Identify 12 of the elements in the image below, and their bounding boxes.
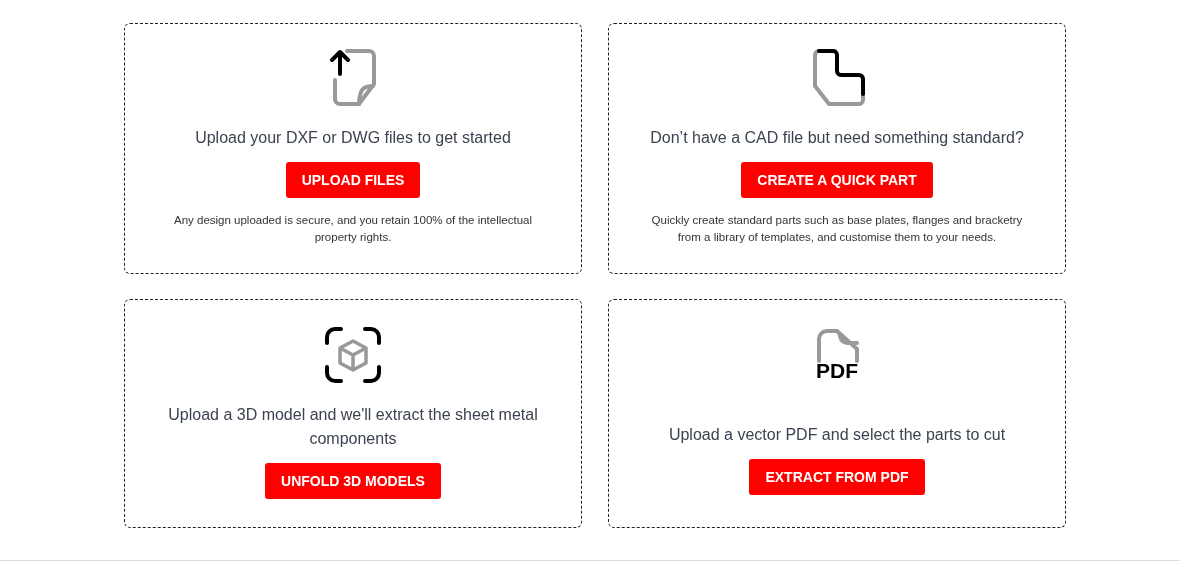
card-description: Quickly create standard parts such as base plates, flanges and bracketry from a library of templates, and customise them to your needs. <box>650 212 1024 245</box>
cube-scan-icon <box>323 324 383 385</box>
file-upload-icon <box>329 47 377 108</box>
card-heading: Upload a vector PDF and select the parts to cut <box>668 424 1006 445</box>
action-button[interactable]: CREATE A QUICK PART <box>741 161 933 198</box>
action-button[interactable]: UPLOAD FILES <box>285 161 421 198</box>
card-heading: Upload your DXF or DWG files to get started <box>195 127 511 148</box>
action-button[interactable]: UNFOLD 3D MODELS <box>265 462 441 499</box>
card-description: Any design uploaded is secure, and you retain 100% of the intellectual property rights. <box>173 212 533 245</box>
card-heading: Upload a 3D model and we'll extract the sheet metal components <box>167 404 539 449</box>
action-button[interactable]: EXTRACT FROM PDF <box>749 458 925 495</box>
card-heading: Don’t have a CAD file but need something standard? <box>650 127 1024 148</box>
